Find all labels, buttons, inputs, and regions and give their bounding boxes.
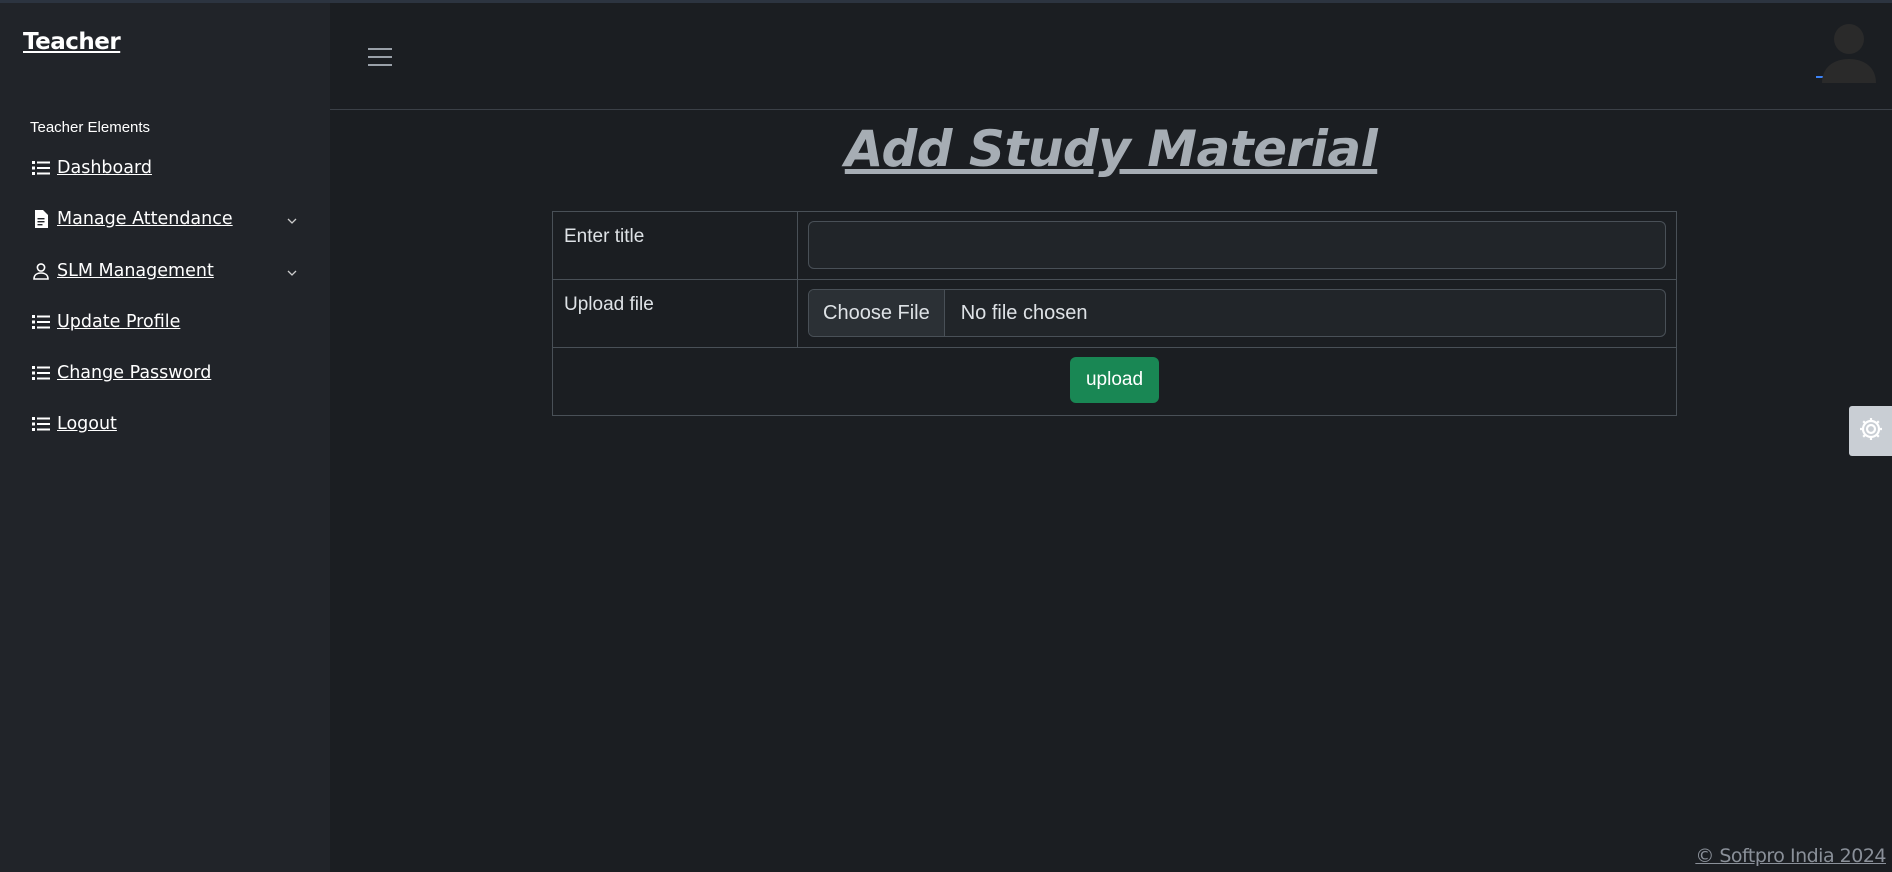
file-status: No file chosen (960, 301, 1088, 324)
user-avatar-icon[interactable] (1818, 21, 1880, 83)
user-icon (31, 261, 51, 281)
hamburger-icon[interactable] (368, 48, 392, 68)
settings-button[interactable] (1849, 406, 1892, 456)
file-label: Upload file (552, 279, 798, 348)
sidebar-item-change-password[interactable]: Change Password (31, 358, 311, 388)
title-input[interactable] (808, 221, 1666, 269)
chevron-down-icon[interactable] (283, 210, 301, 228)
list-icon (31, 414, 51, 434)
sidebar-item-label: Update Profile (57, 312, 181, 332)
list-icon (31, 363, 51, 383)
sidebar-item-label: Logout (57, 414, 117, 434)
document-icon (31, 209, 51, 229)
sidebar-item-label: SLM Management (57, 261, 214, 281)
gear-icon (1857, 415, 1885, 448)
sidebar-section-label: Teacher Elements (30, 119, 151, 136)
file-input[interactable]: Choose File No file chosen (808, 289, 1666, 337)
list-icon (31, 158, 51, 178)
sidebar-item-label: Dashboard (57, 158, 152, 178)
brand-link[interactable]: Teacher (23, 29, 121, 55)
sidebar-item-slm-management[interactable]: SLM Management (31, 256, 311, 286)
upload-button[interactable]: upload (1069, 357, 1160, 403)
sidebar-item-manage-attendance[interactable]: Manage Attendance (31, 204, 311, 234)
title-label: Enter title (552, 211, 798, 280)
footer-copyright[interactable]: © Softpro India 2024 (1695, 845, 1886, 867)
sidebar-item-dashboard[interactable]: Dashboard (31, 153, 311, 183)
page-title: Add Study Material (844, 120, 1378, 178)
sidebar: Teacher Teacher Elements Dashboard Manag… (0, 3, 330, 872)
sidebar-item-label: Manage Attendance (57, 209, 233, 229)
choose-file-button[interactable]: Choose File (809, 290, 945, 336)
chevron-down-icon[interactable] (283, 262, 301, 280)
top-header (330, 3, 1892, 110)
study-material-form: Enter title Upload file Choose File No f… (552, 211, 1677, 416)
list-icon (31, 312, 51, 332)
sidebar-item-logout[interactable]: Logout (31, 409, 311, 439)
sidebar-item-update-profile[interactable]: Update Profile (31, 307, 311, 337)
sidebar-item-label: Change Password (57, 363, 212, 383)
